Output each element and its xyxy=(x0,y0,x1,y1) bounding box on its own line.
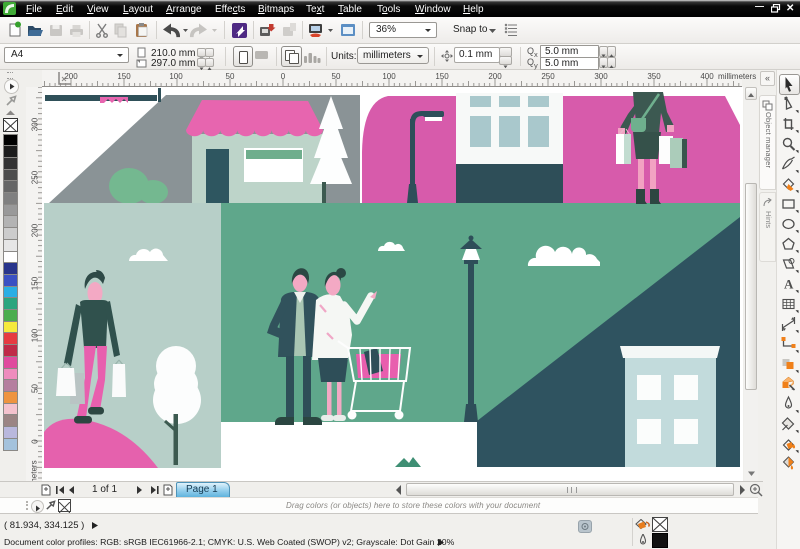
svg-text:A: A xyxy=(784,277,794,292)
